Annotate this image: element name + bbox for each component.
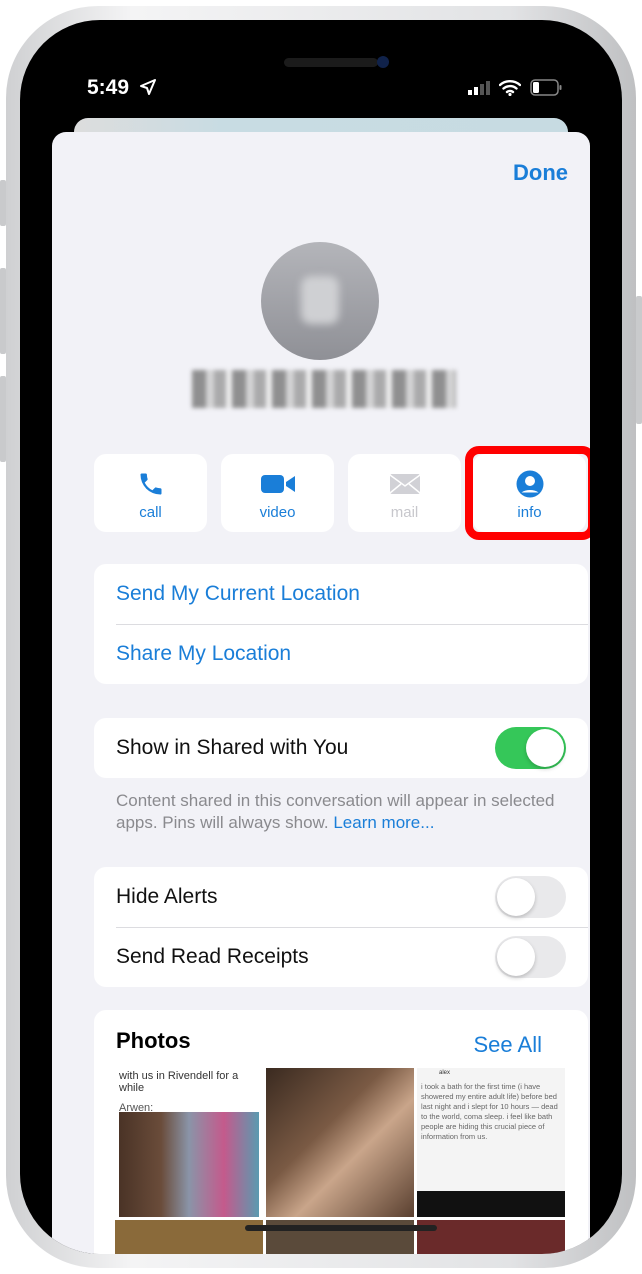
clock: 5:49 — [87, 76, 130, 99]
shared-with-you-row: Show in Shared with You — [94, 718, 588, 778]
shared-with-you-label: Show in Shared with You — [116, 736, 349, 759]
send-current-location-button[interactable]: Send My Current Location — [94, 564, 588, 624]
volume-down-button — [0, 376, 6, 462]
video-icon — [260, 475, 295, 493]
photos-card: Photos See All with us in Rivendell for … — [94, 1010, 588, 1254]
shared-with-you-group: Show in Shared with You — [94, 718, 588, 778]
status-bar: 5:49 — [20, 76, 622, 106]
details-sheet[interactable]: Done call video mail info Send My Curren… — [52, 132, 590, 1254]
photo-thumbnail[interactable] — [266, 1068, 414, 1217]
home-indicator[interactable] — [245, 1225, 437, 1231]
hide-alerts-label: Hide Alerts — [116, 885, 218, 908]
shared-footer: Content shared in this conversation will… — [116, 791, 555, 832]
speaker — [284, 58, 378, 67]
screen: 5:49 Done call video mail info Send My C… — [20, 20, 622, 1254]
photo-thumbnail[interactable]: alex i took a bath for the first time (i… — [417, 1068, 565, 1217]
contact-name-redacted — [192, 370, 456, 408]
hide-alerts-row: Hide Alerts — [94, 867, 588, 927]
photos-title: Photos — [116, 1028, 191, 1053]
hide-alerts-toggle[interactable] — [495, 876, 566, 918]
info-highlight-box — [465, 446, 590, 540]
battery-icon — [530, 79, 562, 96]
photo-thumbnail[interactable] — [417, 1220, 565, 1254]
photo-thumbnail[interactable]: with us in Rivendell for a while Arwen: — [115, 1068, 263, 1217]
read-receipts-toggle[interactable] — [495, 936, 566, 978]
side-button — [636, 296, 642, 424]
read-receipts-label: Send Read Receipts — [116, 945, 309, 968]
done-button[interactable]: Done — [513, 160, 568, 186]
cellular-signal-icon — [468, 81, 490, 95]
photo-thumbnail[interactable] — [115, 1220, 263, 1254]
call-button[interactable]: call — [94, 454, 207, 532]
video-button[interactable]: video — [221, 454, 334, 532]
see-all-button[interactable]: See All — [474, 1032, 543, 1058]
envelope-icon — [389, 474, 420, 494]
mail-button[interactable]: mail — [348, 454, 461, 532]
location-arrow-icon — [140, 79, 156, 95]
learn-more-link[interactable]: Learn more... — [333, 813, 434, 832]
shared-with-you-toggle[interactable] — [495, 727, 566, 769]
phone-icon — [140, 473, 161, 495]
person-avatar-icon — [261, 242, 379, 360]
share-location-button[interactable]: Share My Location — [94, 624, 588, 684]
wifi-icon — [499, 80, 521, 96]
mute-switch — [0, 180, 6, 226]
alerts-group: Hide Alerts Send Read Receipts — [94, 867, 588, 987]
location-group: Send My Current Location Share My Locati… — [94, 564, 588, 684]
front-camera — [377, 56, 389, 68]
volume-up-button — [0, 268, 6, 354]
read-receipts-row: Send Read Receipts — [94, 927, 588, 987]
